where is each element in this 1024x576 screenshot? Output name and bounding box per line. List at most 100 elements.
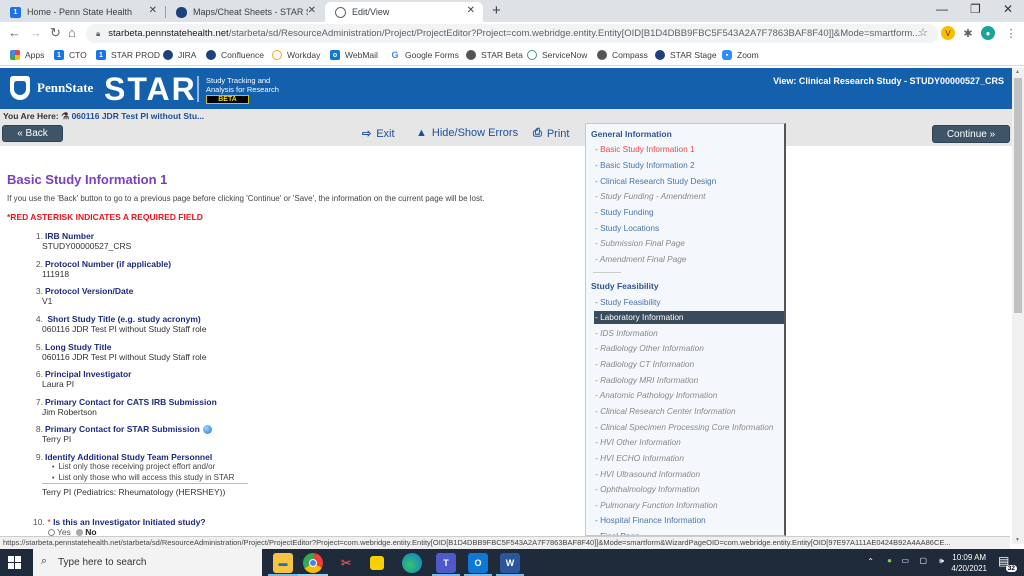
bookmark-star-icon[interactable]: ☆ xyxy=(918,26,928,39)
display-icon[interactable]: ▢ xyxy=(919,556,927,565)
reload-icon[interactable]: ↻ xyxy=(50,25,61,41)
hide-show-errors-button[interactable]: ▲ Hide/Show Errors xyxy=(416,127,518,139)
taskbar-clock[interactable]: 10:09 AM 4/20/2021 xyxy=(951,552,987,574)
scroll-down-arrow-icon[interactable]: ▼ xyxy=(1015,537,1020,543)
outlook-icon: o xyxy=(330,50,340,60)
scrollbar-thumb[interactable] xyxy=(1014,78,1022,313)
nav-item-ophthalmology: - Ophthalmology Information xyxy=(595,484,700,494)
nav-item-amendment-final-page: - Amendment Final Page xyxy=(595,254,687,264)
bookmark-servicenow[interactable]: ServiceNow xyxy=(527,50,587,60)
nav-item-study-locations[interactable]: - Study Locations xyxy=(595,223,659,233)
windows-taskbar: ⌕ Type here to search ▬ ✂ T O W ⌃ ● ▭ ▢ … xyxy=(0,549,1024,576)
edge-icon[interactable] xyxy=(402,553,422,573)
nav-item-laboratory-information[interactable]: - Laboratory Information xyxy=(594,311,784,324)
help-info-icon[interactable] xyxy=(202,425,212,435)
clock-date: 4/20/2021 xyxy=(951,564,987,573)
outlook-icon[interactable]: O xyxy=(468,553,488,573)
close-window-button[interactable]: ✕ xyxy=(1003,2,1013,16)
nav-item-clinical-specimen-processing: - Clinical Specimen Processing Core Info… xyxy=(595,422,774,432)
question-principal-investigator: 6. Principal Investigator Laura PI xyxy=(33,369,132,389)
bookmark-label: Compass xyxy=(612,50,648,60)
new-tab-button[interactable]: + xyxy=(492,2,501,19)
scroll-up-arrow-icon[interactable]: ▲ xyxy=(1015,69,1020,75)
nav-item-study-feasibility[interactable]: - Study Feasibility xyxy=(595,297,660,307)
extensions-puzzle-icon[interactable]: ✱ xyxy=(961,26,975,40)
bookmark-confluence[interactable]: Confluence xyxy=(206,50,264,60)
back-arrow-icon[interactable]: ← xyxy=(8,25,21,40)
continue-button[interactable]: Continue » xyxy=(932,125,1010,143)
google-icon: G xyxy=(390,50,400,60)
tab-home-penn-state-health[interactable]: 1 Home - Penn State Health ✕ xyxy=(0,2,165,22)
question-label: Is this an Investigator Initiated study? xyxy=(53,517,206,527)
snipping-tool-icon[interactable]: ✂ xyxy=(336,553,356,573)
sticky-notes-icon[interactable] xyxy=(370,556,384,570)
status-bar-url: https://starbeta.pennstatehealth.net/sta… xyxy=(0,536,1010,549)
nav-item-study-funding[interactable]: - Study Funding xyxy=(595,207,654,217)
forward-arrow-icon[interactable]: → xyxy=(29,25,42,40)
psu-shield-icon xyxy=(655,50,665,60)
bookmark-star-beta[interactable]: STAR Beta xyxy=(466,50,523,60)
nav-item-hospital-finance[interactable]: - Hospital Finance Information xyxy=(595,515,706,525)
question-value: 060116 JDR Test PI without Study Staff r… xyxy=(42,324,207,334)
app-tagline: Study Tracking and Analysis for Research xyxy=(206,76,279,94)
question-short-title: 4. Short Study Title (e.g. study acronym… xyxy=(33,314,207,334)
instruction-bullet: List only those who will access this stu… xyxy=(52,473,234,484)
bookmark-zoom[interactable]: ▪ Zoom xyxy=(722,50,759,60)
nav-item-basic-study-info-2[interactable]: - Basic Study Information 2 xyxy=(595,160,695,170)
maximize-button[interactable]: ❐ xyxy=(970,2,981,16)
file-explorer-icon[interactable]: ▬ xyxy=(273,553,293,573)
network-status-icon[interactable]: ● xyxy=(887,556,892,565)
taskbar-search-input[interactable]: ⌕ Type here to search xyxy=(33,549,262,576)
bookmark-webmail[interactable]: o WebMail xyxy=(330,50,378,60)
page-scrollbar[interactable]: ▲ ▼ xyxy=(1012,68,1024,544)
kebab-menu-icon[interactable]: ⋮ xyxy=(1004,26,1018,40)
question-value: STUDY00000527_CRS xyxy=(42,241,132,251)
minimize-button[interactable]: — xyxy=(936,2,948,16)
bookmark-apps[interactable]: Apps xyxy=(10,50,44,60)
volume-icon[interactable]: 🕪︎ xyxy=(939,556,944,566)
tab-maps-cheat-sheets[interactable]: Maps/Cheat Sheets - STAR Suppo ✕ xyxy=(166,2,324,22)
question-number: 7. xyxy=(35,397,43,407)
question-value: 060116 JDR Test PI without Study Staff r… xyxy=(42,352,207,362)
close-icon[interactable]: ✕ xyxy=(149,5,157,16)
clock-time: 10:09 AM xyxy=(952,553,987,562)
close-icon[interactable]: ✕ xyxy=(308,5,316,16)
word-icon[interactable]: W xyxy=(500,553,520,573)
bookmark-label: CTO xyxy=(69,50,87,60)
bookmark-label: STAR Beta xyxy=(481,50,523,60)
globe-icon xyxy=(335,6,346,18)
question-label: IRB Number xyxy=(45,231,95,241)
chrome-icon[interactable] xyxy=(303,553,323,573)
exit-button[interactable]: ⇨ Exit xyxy=(362,127,395,141)
close-icon[interactable]: ✕ xyxy=(467,5,475,16)
nav-item-basic-study-info-1[interactable]: - Basic Study Information 1 xyxy=(595,144,695,154)
show-hidden-icons-chevron-icon[interactable]: ⌃ xyxy=(867,557,874,566)
address-bar[interactable]: 🔒︎ starbeta.pennstatehealth.net/starbeta… xyxy=(86,24,938,43)
bookmark-cto[interactable]: 1 CTO xyxy=(54,50,87,60)
nav-item-clinical-research-study-design[interactable]: - Clinical Research Study Design xyxy=(595,176,716,186)
battery-icon[interactable]: ▭ xyxy=(901,556,909,565)
bookmark-star-prod[interactable]: 1 STAR PROD xyxy=(96,50,160,60)
breadcrumb-study-link[interactable]: 060116 JDR Test PI without Stu... xyxy=(72,111,205,121)
action-center-icon[interactable]: ▤ 32 xyxy=(998,554,1017,572)
zoom-icon: ▪ xyxy=(722,50,732,60)
extension-v-icon[interactable]: V xyxy=(941,26,955,40)
profile-avatar[interactable]: ● xyxy=(981,26,995,40)
bookmark-star-stage[interactable]: STAR Stage xyxy=(655,50,717,60)
bookmark-label: Workday xyxy=(287,50,321,60)
print-button[interactable]: ⎙ Print xyxy=(533,127,569,140)
question-protocol-number: 2. Protocol Number (if applicable) 111918 xyxy=(33,259,171,279)
psh-icon: 1 xyxy=(54,50,64,60)
tab-edit-view[interactable]: Edit/View ✕ xyxy=(325,2,483,22)
bookmark-google-forms[interactable]: G Google Forms xyxy=(390,50,459,60)
teams-icon[interactable]: T xyxy=(436,553,456,573)
question-label: Primary Contact for CATS IRB Submission xyxy=(45,397,217,407)
bookmark-compass[interactable]: Compass xyxy=(597,50,648,60)
home-icon[interactable]: ⌂ xyxy=(68,25,76,40)
bookmark-jira[interactable]: JIRA xyxy=(163,50,196,60)
breadcrumb-prefix: You Are Here: xyxy=(3,111,59,121)
windows-start-icon[interactable] xyxy=(8,556,21,569)
exit-icon: ⇨ xyxy=(362,128,372,140)
back-button[interactable]: « Back xyxy=(2,125,63,142)
bookmark-workday[interactable]: Workday xyxy=(272,50,320,60)
